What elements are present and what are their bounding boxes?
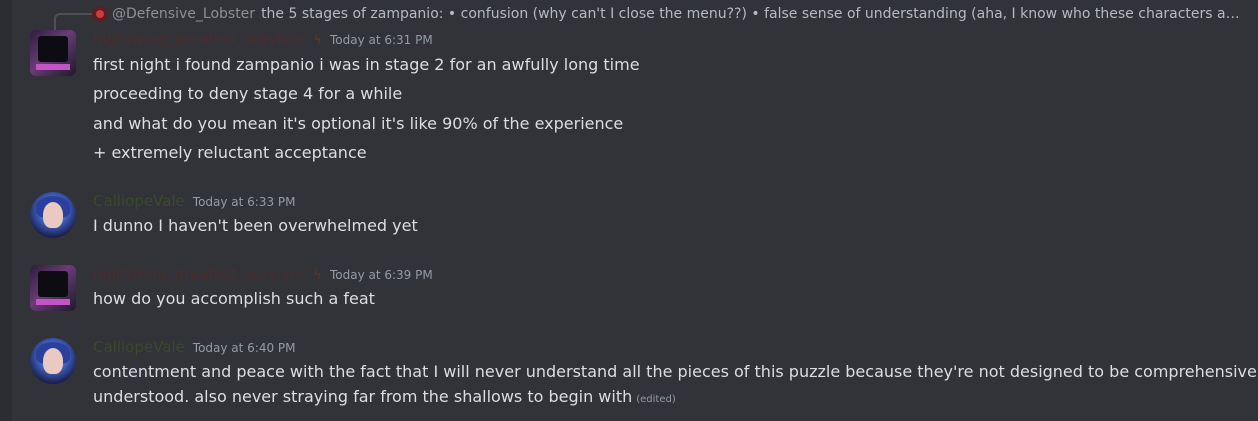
message-header: nightwing_greatest_survivor ϟ Today at 6… (93, 30, 433, 52)
username[interactable]: nightwing_greatest_survivor (93, 265, 305, 283)
role-badge-icon[interactable]: ϟ (313, 268, 322, 283)
avatar[interactable] (30, 192, 76, 238)
timestamp[interactable]: Today at 6:31 PM (330, 33, 433, 47)
reply-username[interactable]: @Defensive_Lobster (112, 6, 255, 22)
reply-text[interactable]: the 5 stages of zampanio: • confusion (w… (261, 6, 1242, 22)
message-line: and what do you mean it's optional it's … (93, 114, 624, 133)
left-strip (0, 0, 12, 421)
message-line: understood. also never straying far from… (93, 386, 676, 411)
role-badge-icon[interactable]: ϟ (313, 33, 322, 48)
message-text: understood. also never straying far from… (93, 387, 633, 406)
reply-preview[interactable]: @Defensive_Lobster the 5 stages of zampa… (92, 4, 1242, 24)
message-line: first night i found zampanio i was in st… (93, 55, 640, 74)
timestamp[interactable]: Today at 6:33 PM (193, 195, 296, 209)
timestamp[interactable]: Today at 6:40 PM (193, 341, 296, 355)
timestamp[interactable]: Today at 6:39 PM (330, 268, 433, 282)
edited-label: (edited) (636, 394, 676, 405)
username[interactable]: nightwing_greatest_survivor (93, 30, 305, 48)
avatar[interactable] (30, 30, 76, 76)
avatar[interactable] (30, 338, 76, 384)
message-header: CalliopeVale Today at 6:40 PM (93, 338, 296, 360)
username[interactable]: CalliopeVale (93, 192, 185, 210)
message-line: how do you accomplish such a feat (93, 289, 375, 308)
message-header: nightwing_greatest_survivor ϟ Today at 6… (93, 265, 433, 287)
message-line: + extremely reluctant acceptance (93, 143, 367, 162)
message-line: contentment and peace with the fact that… (93, 362, 1258, 381)
avatar[interactable] (30, 265, 76, 311)
message-line: I dunno I haven't been overwhelmed yet (93, 216, 418, 235)
message-line: proceeding to deny stage 4 for a while (93, 84, 403, 103)
username[interactable]: CalliopeVale (93, 338, 185, 356)
message-header: CalliopeVale Today at 6:33 PM (93, 192, 296, 214)
reply-avatar[interactable] (92, 6, 108, 22)
